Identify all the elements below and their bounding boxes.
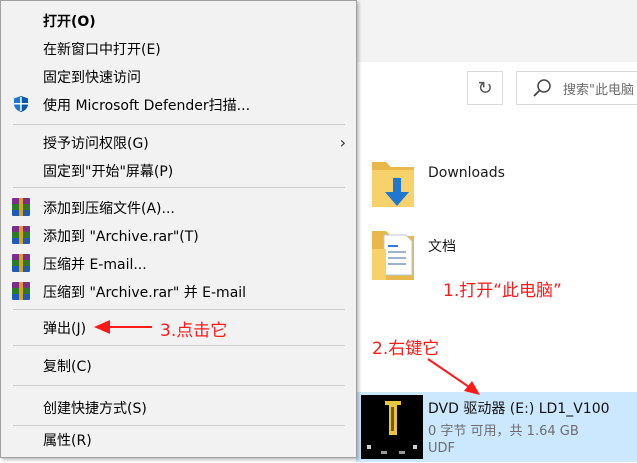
menu-item-label: 压缩并 E-mail...	[43, 257, 147, 273]
annotation-arrow-step2	[427, 358, 480, 395]
menu-item-label: 弹出(J)	[43, 321, 87, 337]
refresh-icon: ↻	[477, 77, 493, 99]
menu-item-grant-access[interactable]: 授予访问权限(G) ›	[1, 128, 356, 156]
annotation-arrow-step3	[94, 320, 152, 334]
drive-free-space: 0 字节 可用，共 1.64 GB	[428, 424, 579, 439]
menu-item-pin-start[interactable]: 固定到"开始"屏幕(P)	[1, 156, 356, 184]
menu-item-label: 复制(C)	[43, 359, 92, 375]
winrar-icon	[12, 254, 30, 272]
folder-label-downloads: Downloads	[428, 165, 505, 181]
menu-item-label: 打开(O)	[43, 14, 96, 30]
documents-folder-icon	[372, 231, 414, 280]
menu-item-label: 在新窗口中打开(E)	[43, 42, 161, 58]
dvd-drive-icon	[361, 395, 423, 459]
menu-item-add-to-archive[interactable]: 添加到压缩文件(A)...	[1, 193, 356, 221]
menu-item-label: 属性(R)	[43, 433, 92, 449]
folder-label-documents: 文档	[428, 239, 456, 255]
drive-filesystem: UDF	[428, 441, 456, 456]
menu-item-label: 使用 Microsoft Defender扫描...	[43, 98, 251, 114]
menu-item-add-to-archive-rar[interactable]: 添加到 "Archive.rar"(T)	[1, 221, 356, 249]
downloads-folder-icon	[372, 162, 414, 207]
drive-name: DVD 驱动器 (E:) LD1_V100	[428, 401, 610, 417]
menu-separator	[13, 187, 345, 188]
menu-separator	[13, 124, 345, 125]
menu-item-pin-quick-access[interactable]: 固定到快速访问	[1, 62, 356, 90]
menu-item-copy[interactable]: 复制(C)	[1, 351, 356, 379]
menu-item-label: 压缩到 "Archive.rar" 并 E-mail	[43, 285, 247, 301]
search-placeholder: 搜索"此电脑	[563, 82, 634, 98]
menu-separator	[13, 385, 345, 386]
menu-item-label: 固定到"开始"屏幕(P)	[43, 164, 174, 180]
menu-item-label: 固定到快速访问	[43, 70, 141, 86]
menu-item-defender-scan[interactable]: 使用 Microsoft Defender扫描...	[1, 90, 356, 118]
menu-item-compress-rar-email[interactable]: 压缩到 "Archive.rar" 并 E-mail	[1, 277, 356, 305]
menu-item-label: 添加到 "Archive.rar"(T)	[43, 229, 199, 245]
menu-item-open[interactable]: 打开(O)	[1, 6, 356, 34]
winrar-icon	[12, 198, 30, 216]
annotation-step1: 1.打开“此电脑”	[443, 281, 562, 301]
submenu-chevron-icon: ›	[339, 133, 346, 152]
menu-item-properties[interactable]: 属性(R)	[1, 425, 356, 453]
winrar-icon	[12, 226, 30, 244]
menu-item-create-shortcut[interactable]: 创建快捷方式(S)	[1, 393, 356, 421]
defender-shield-icon	[14, 96, 28, 112]
menu-separator	[13, 309, 345, 310]
search-icon	[533, 79, 551, 97]
refresh-button[interactable]: ↻	[467, 71, 503, 105]
menu-item-label: 授予访问权限(G)	[43, 136, 149, 152]
menu-item-compress-email[interactable]: 压缩并 E-mail...	[1, 249, 356, 277]
menu-item-label: 添加到压缩文件(A)...	[43, 201, 175, 217]
annotation-step3: 3.点击它	[160, 321, 228, 341]
menu-separator	[13, 345, 345, 346]
menu-item-open-new-window[interactable]: 在新窗口中打开(E)	[1, 34, 356, 62]
context-menu: 打开(O) 在新窗口中打开(E) 固定到快速访问 使用 Microsoft De…	[0, 0, 357, 458]
menu-item-label: 创建快捷方式(S)	[43, 401, 147, 417]
search-input[interactable]: 搜索"此电脑	[516, 71, 637, 105]
winrar-icon	[12, 282, 30, 300]
